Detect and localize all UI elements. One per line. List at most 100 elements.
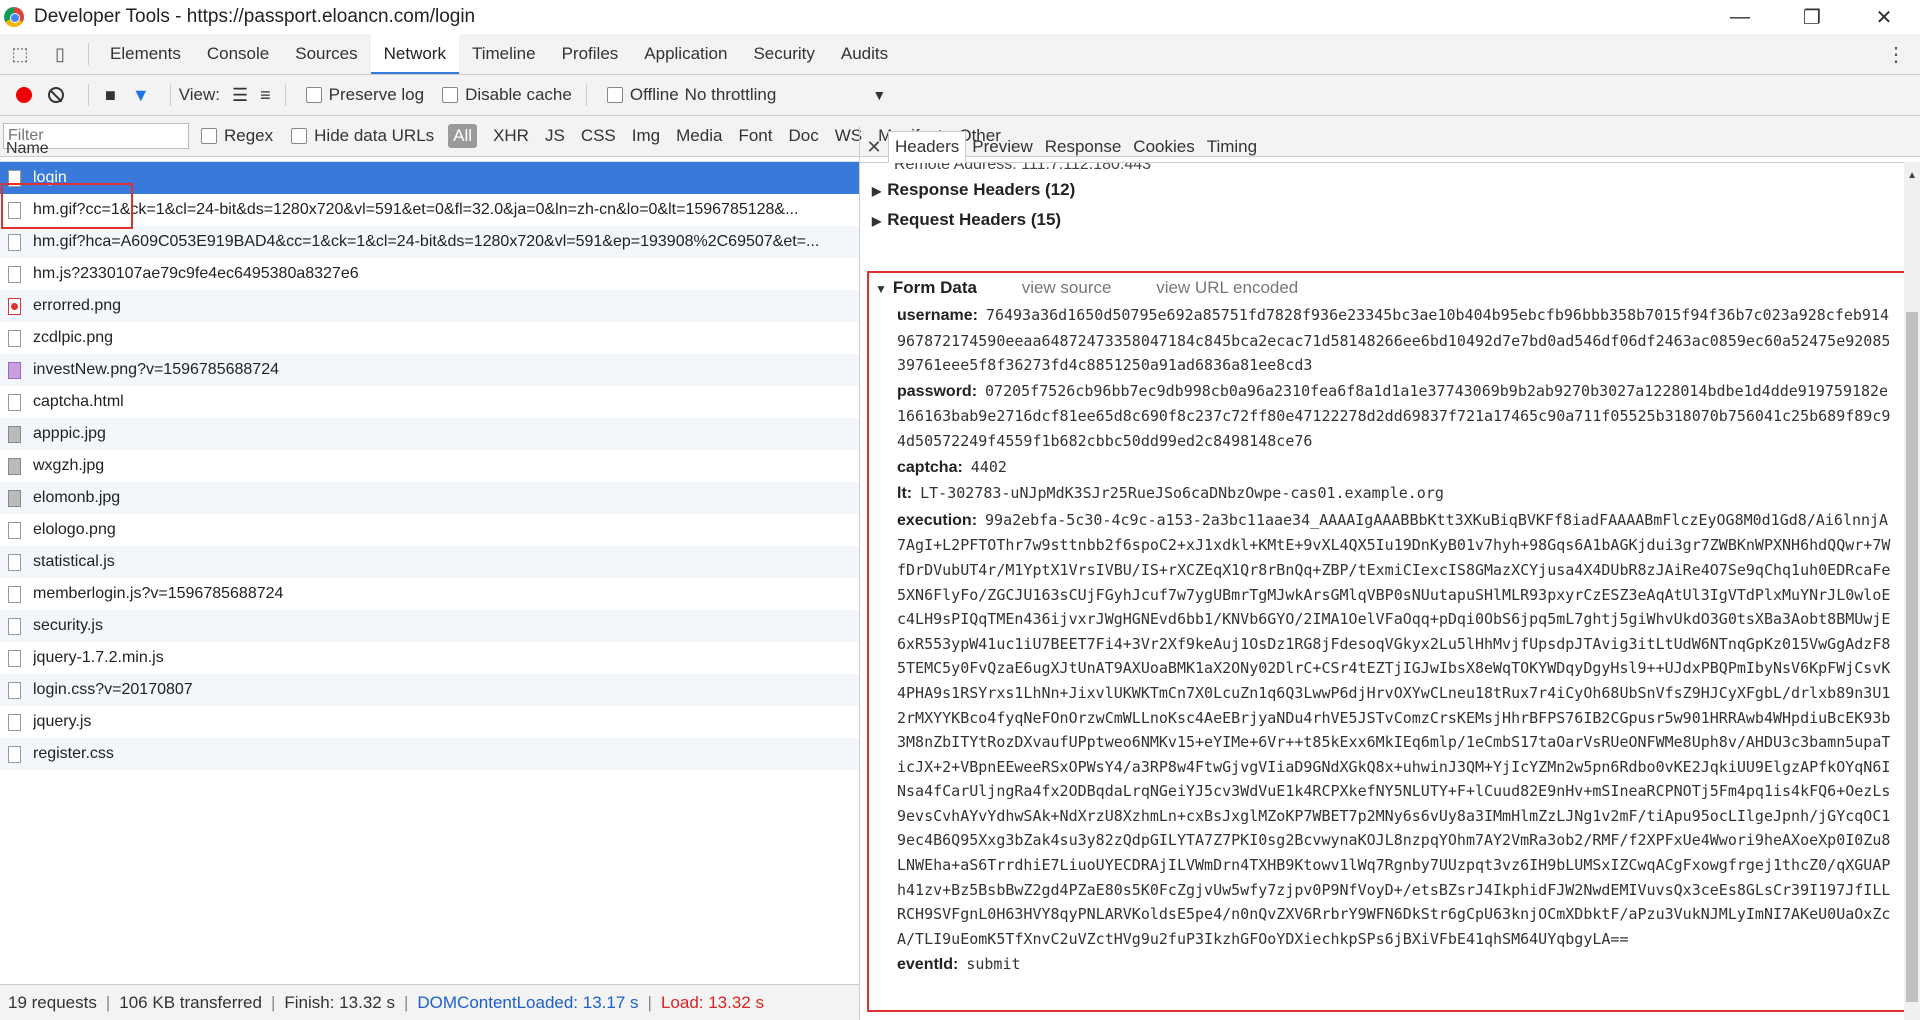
response-headers-section[interactable]: ▶ Response Headers (12) [860, 175, 1920, 205]
window-titlebar: Developer Tools - https://passport.eloan… [0, 0, 1920, 34]
large-rows-icon[interactable]: ☰ [232, 85, 248, 106]
table-row[interactable]: jquery.js [0, 706, 859, 738]
request-name: security.js [33, 617, 103, 634]
form-data-header[interactable]: ▼ Form Data view source view URL encoded [869, 273, 1909, 303]
offline-checkbox[interactable] [606, 87, 623, 103]
document-icon [8, 713, 21, 731]
table-row[interactable]: apppic.jpg [0, 418, 859, 450]
tab-network[interactable]: Network [370, 34, 459, 74]
request-name: login.css?v=20170807 [33, 681, 193, 698]
divider: | [647, 992, 652, 1012]
scroll-up-arrow-icon[interactable]: ▲ [1907, 170, 1917, 181]
request-name: investNew.png?v=1596785688724 [33, 361, 279, 378]
field-value: 99a2ebfa-5c30-4c9c-a153-2a3bc11aae34_AAA… [897, 510, 1891, 948]
tab-response[interactable]: Response [1039, 132, 1128, 162]
request-list: login hm.gif?cc=1&ck=1&cl=24-bit&ds=1280… [0, 162, 859, 770]
request-name: elomonb.jpg [33, 489, 121, 506]
tab-headers[interactable]: Headers [888, 131, 967, 163]
divider [88, 84, 89, 106]
tab-application[interactable]: Application [631, 34, 740, 74]
divider [585, 84, 587, 106]
response-headers-label: Response Headers (12) [887, 180, 1076, 199]
table-row[interactable]: memberlogin.js?v=1596785688724 [0, 578, 859, 610]
form-data-section: ▼ Form Data view source view URL encoded … [867, 271, 1911, 1012]
window-title: Developer Tools - https://passport.eloan… [34, 6, 476, 27]
document-icon [8, 393, 21, 411]
table-row[interactable]: elologo.png [0, 514, 859, 546]
form-field-lt: lt: LT-302783-uNJpMdK3SJr25RueJSo6caDNbzO… [897, 481, 1893, 507]
close-icon[interactable]: ✕ [860, 132, 888, 162]
preserve-log-checkbox[interactable] [305, 87, 322, 103]
record-icon[interactable] [16, 87, 32, 103]
filter-icon[interactable]: ▼ [132, 85, 150, 106]
tab-cookies[interactable]: Cookies [1127, 132, 1200, 162]
table-row[interactable]: hm.js?2330107ae79c9fe4ec6495380a8327e6 [0, 258, 859, 290]
status-bar: 19 requests | 106 KB transferred | Finis… [0, 984, 859, 1020]
view-source-link[interactable]: view source [1022, 278, 1112, 297]
tab-sources[interactable]: Sources [282, 34, 370, 74]
view-label: View: [178, 85, 220, 104]
view-url-encoded-link[interactable]: view URL encoded [1156, 278, 1298, 297]
request-list-pane: Name login hm.gif?cc=1&ck=1&cl=24-bit&ds… [0, 126, 860, 1020]
request-name: errorred.png [33, 297, 122, 314]
field-value: LT-302783-uNJpMdK3SJr25RueJSo6caDNbzOwpe… [920, 484, 1444, 503]
form-data-title: Form Data [892, 278, 977, 297]
divider: | [105, 992, 111, 1012]
table-row[interactable]: statistical.js [0, 546, 859, 578]
throttling-select[interactable]: No throttling [685, 85, 777, 105]
table-row[interactable]: elomonb.jpg [0, 482, 859, 514]
scrollbar-thumb[interactable] [1906, 312, 1918, 1002]
tab-timeline[interactable]: Timeline [459, 34, 549, 74]
table-row[interactable]: zcdlpic.png [0, 322, 859, 354]
table-row[interactable]: errorred.png [0, 290, 859, 322]
table-row[interactable]: hm.gif?hca=A609C053E919BAD4&cc=1&ck=1&cl… [0, 226, 859, 258]
restore-button[interactable]: ❐ [1776, 0, 1848, 34]
name-column-header[interactable]: Name [0, 126, 859, 162]
inspect-element-icon[interactable]: ⬚ [0, 34, 40, 74]
devtools-tabbar: ⬚ ▯ Elements Console Sources Network Tim… [0, 34, 1920, 75]
document-icon [8, 265, 21, 283]
document-icon [8, 553, 21, 571]
clear-icon[interactable] [48, 87, 64, 103]
tab-preview[interactable]: Preview [966, 132, 1038, 162]
overview-icon[interactable]: ≡ [260, 85, 271, 106]
table-row[interactable]: wxgzh.jpg [0, 450, 859, 482]
request-name: statistical.js [33, 553, 115, 570]
document-icon [8, 649, 21, 667]
chevron-down-icon[interactable]: ▼ [872, 87, 886, 103]
minimize-button[interactable]: — [1704, 0, 1776, 34]
form-field-username: username: 76493a36d1650d50795e692a85751fd… [897, 303, 1893, 378]
tab-elements[interactable]: Elements [97, 34, 194, 74]
field-key: captcha: [897, 458, 963, 476]
dom-content-loaded-time: DOMContentLoaded: 13.17 s [417, 992, 639, 1012]
tab-profiles[interactable]: Profiles [549, 34, 632, 74]
field-value: 76493a36d1650d50795e692a85751fd7828f936e… [897, 306, 1891, 375]
table-row[interactable]: security.js [0, 610, 859, 642]
field-value: submit [966, 955, 1021, 974]
request-detail-pane: ✕ Headers Preview Response Cookies Timin… [860, 126, 1920, 1020]
table-row[interactable]: login.css?v=20170807 [0, 674, 859, 706]
disable-cache-checkbox[interactable] [442, 87, 459, 103]
table-row[interactable]: investNew.png?v=1596785688724 [0, 354, 859, 386]
divider: | [270, 992, 276, 1012]
close-window-button[interactable]: ✕ [1848, 0, 1920, 34]
table-row[interactable]: jquery-1.7.2.min.js [0, 642, 859, 674]
tab-timing[interactable]: Timing [1201, 132, 1263, 162]
tab-audits[interactable]: Audits [828, 34, 901, 74]
chrome-logo-icon [4, 7, 24, 27]
field-key: lt: [897, 485, 913, 503]
divider [169, 84, 171, 106]
tab-security[interactable]: Security [740, 34, 827, 74]
field-key: eventId: [897, 956, 959, 974]
device-mode-icon[interactable]: ▯ [40, 34, 80, 74]
request-headers-section[interactable]: ▶ Request Headers (15) [860, 205, 1920, 235]
triangle-right-icon: ▶ [872, 214, 882, 228]
tab-console[interactable]: Console [194, 34, 282, 74]
remote-address-clipped: Remote Address: 111.7.112.180:443 [894, 163, 1152, 173]
transferred-size: 106 KB transferred [119, 992, 262, 1012]
table-row[interactable]: captcha.html [0, 386, 859, 418]
document-icon [8, 681, 21, 699]
more-options-icon[interactable]: ⋮ [1886, 42, 1906, 67]
table-row[interactable]: register.css [0, 738, 859, 770]
capture-screenshots-icon[interactable]: ■ [105, 85, 116, 106]
